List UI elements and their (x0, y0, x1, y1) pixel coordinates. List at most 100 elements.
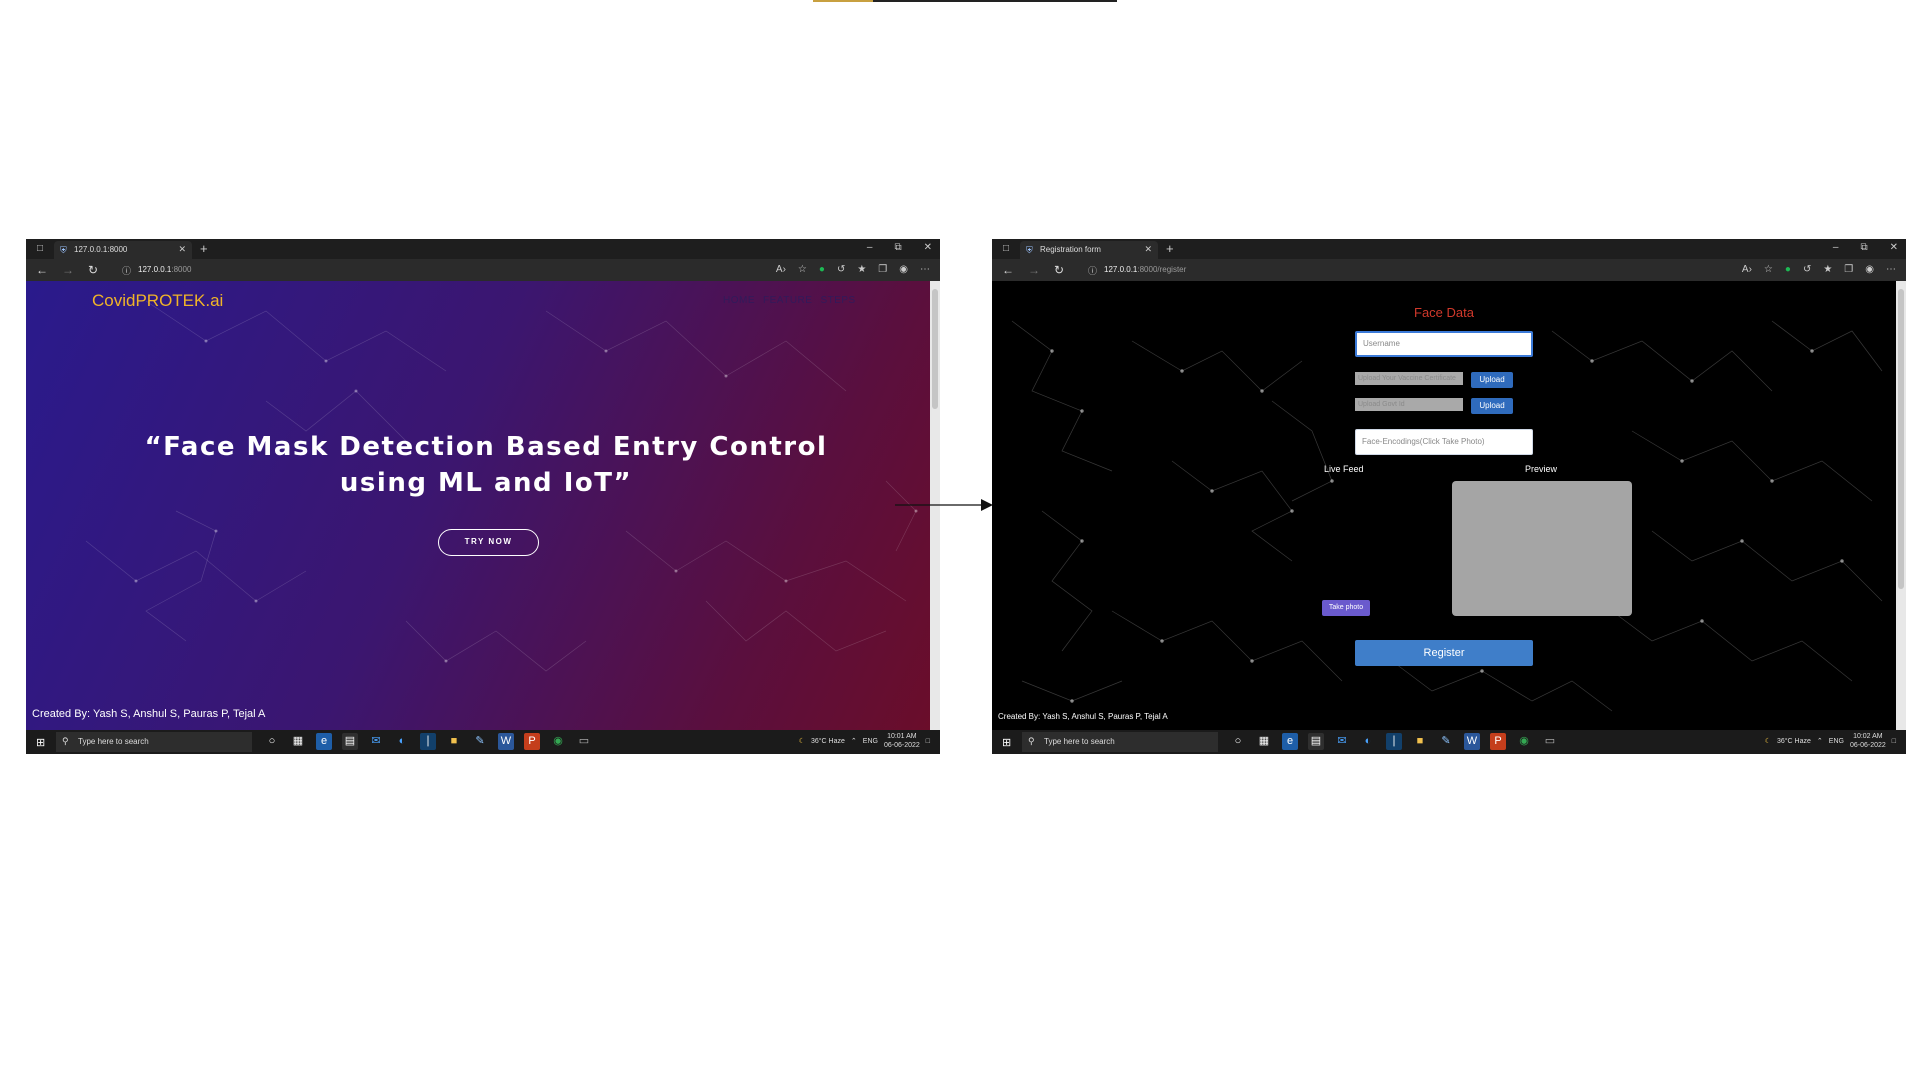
site-info-icon[interactable]: ⓘ (1088, 264, 1097, 277)
read-aloud-icon[interactable]: A› (776, 263, 786, 277)
notifications-icon[interactable]: □ (1892, 738, 1896, 745)
back-icon[interactable]: ← (1002, 263, 1014, 277)
taskbar-clock[interactable]: 10:02 AM 06-06-2022 (1850, 732, 1886, 750)
notifications-icon[interactable]: □ (926, 738, 930, 745)
face-encodings-input[interactable]: Face-Encodings(Click Take Photo) (1355, 429, 1533, 455)
favorites-add-icon[interactable]: ☆ (1764, 263, 1773, 277)
favicon-shield-icon: ⛨ (60, 245, 67, 255)
task-view-icon[interactable]: ▦ (1256, 733, 1272, 750)
profile-icon[interactable]: ◉ (899, 263, 908, 277)
cortana-icon[interactable]: ○ (264, 733, 280, 750)
notes-app-icon[interactable]: ✎ (472, 733, 488, 750)
language-indicator[interactable]: ENG (1829, 738, 1844, 745)
taskbar-search-box[interactable]: ⚲ Type here to search (1022, 732, 1218, 752)
word-app-icon[interactable]: W (498, 733, 514, 750)
taskbar-clock[interactable]: 10:01 AM 06-06-2022 (884, 732, 920, 750)
username-input[interactable]: Username (1355, 331, 1533, 357)
upload-vaccine-button[interactable]: Upload (1471, 372, 1513, 388)
govt-id-file-input[interactable]: Upload Govt Id (1355, 398, 1463, 411)
nav-home[interactable]: HOME (723, 295, 755, 306)
file-explorer-icon[interactable]: ■ (1412, 733, 1428, 750)
terminal-app-icon[interactable]: ▭ (1542, 733, 1558, 750)
extension-icon[interactable]: ● (1785, 263, 1791, 277)
brand-logo-text[interactable]: CovidPROTEK.ai (92, 291, 223, 311)
tray-chevron-icon[interactable]: ⌃ (1817, 737, 1823, 745)
close-tab-icon[interactable]: ✕ (1144, 244, 1152, 255)
chrome-app-icon[interactable]: ◉ (550, 733, 566, 750)
refresh-icon[interactable]: ↻ (1054, 263, 1064, 277)
mail-app-icon[interactable]: ✉ (368, 733, 384, 750)
profile-icon[interactable]: ◉ (1865, 263, 1874, 277)
more-icon[interactable]: ⋯ (920, 263, 930, 277)
restore-icon[interactable]: ⧉ (1860, 242, 1867, 253)
favorites-icon[interactable]: ★ (1823, 263, 1832, 277)
favorites-add-icon[interactable]: ☆ (798, 263, 807, 277)
notes-app-icon[interactable]: ✎ (1438, 733, 1454, 750)
new-tab-icon[interactable]: + (200, 241, 208, 257)
site-info-icon[interactable]: ⓘ (122, 264, 131, 277)
vscode-app-icon[interactable]: ∣ (1386, 733, 1402, 750)
more-icon[interactable]: ⋯ (1886, 263, 1896, 277)
back-icon[interactable]: ← (36, 263, 48, 277)
close-tab-icon[interactable]: ✕ (178, 244, 186, 255)
register-button[interactable]: Register (1355, 640, 1533, 666)
calendar-app-icon[interactable]: ▤ (342, 733, 358, 750)
forward-icon[interactable]: → (62, 263, 74, 277)
weather-icon[interactable]: ☾ (1765, 737, 1771, 745)
file-explorer-icon[interactable]: ■ (446, 733, 462, 750)
browser-app-icon[interactable]: ◐ (1360, 733, 1376, 750)
edge-app-icon[interactable]: e (316, 733, 332, 750)
nav-feature[interactable]: FEATURE (763, 295, 812, 306)
try-now-button[interactable]: TRY NOW (438, 529, 539, 556)
weather-text[interactable]: 36°C Haze (811, 738, 845, 745)
sync-icon[interactable]: ↺ (837, 263, 845, 277)
nav-steps[interactable]: STEPS (820, 295, 855, 306)
word-app-icon[interactable]: W (1464, 733, 1480, 750)
read-aloud-icon[interactable]: A› (1742, 263, 1752, 277)
close-window-icon[interactable]: ✕ (1890, 242, 1898, 253)
powerpoint-app-icon[interactable]: P (524, 733, 540, 750)
weather-icon[interactable]: ☾ (799, 737, 805, 745)
sync-icon[interactable]: ↺ (1803, 263, 1811, 277)
vscode-app-icon[interactable]: ∣ (420, 733, 436, 750)
browser-tab[interactable]: ⛨ Registration form ✕ (1020, 241, 1158, 259)
collections-icon[interactable]: ❐ (1844, 263, 1853, 277)
vaccine-certificate-file-input[interactable]: Upload Your Vaccine Certificate (1355, 372, 1463, 385)
search-icon: ⚲ (62, 736, 69, 746)
powerpoint-app-icon[interactable]: P (1490, 733, 1506, 750)
task-view-icon[interactable]: ▦ (290, 733, 306, 750)
browser-tab-actions-icon[interactable]: □ (1000, 243, 1012, 255)
chrome-app-icon[interactable]: ◉ (1516, 733, 1532, 750)
weather-text[interactable]: 36°C Haze (1777, 738, 1811, 745)
page-scrollbar[interactable] (1896, 281, 1906, 730)
collections-icon[interactable]: ❐ (878, 263, 887, 277)
close-window-icon[interactable]: ✕ (924, 242, 932, 253)
address-bar: ← → ↻ ⓘ 127.0.0.1:8000 A› ☆ ● ↺ ★ ❐ ◉ ⋯ (26, 259, 940, 281)
calendar-app-icon[interactable]: ▤ (1308, 733, 1324, 750)
url-field[interactable]: ⓘ 127.0.0.1:8000/register (1082, 262, 1702, 278)
terminal-app-icon[interactable]: ▭ (576, 733, 592, 750)
address-bar: ← → ↻ ⓘ 127.0.0.1:8000/register A› ☆ ● ↺… (992, 259, 1906, 281)
language-indicator[interactable]: ENG (863, 738, 878, 745)
take-photo-button[interactable]: Take photo (1322, 600, 1370, 616)
windows-start-icon[interactable]: ⊞ (1002, 736, 1011, 749)
windows-start-icon[interactable]: ⊞ (36, 736, 45, 749)
minimize-icon[interactable]: – (867, 242, 873, 253)
edge-app-icon[interactable]: e (1282, 733, 1298, 750)
browser-tab[interactable]: ⛨ 127.0.0.1:8000 ✕ (54, 241, 192, 259)
upload-govt-id-button[interactable]: Upload (1471, 398, 1513, 414)
browser-tab-actions-icon[interactable]: □ (34, 243, 46, 255)
forward-icon[interactable]: → (1028, 263, 1040, 277)
new-tab-icon[interactable]: + (1166, 241, 1174, 257)
mail-app-icon[interactable]: ✉ (1334, 733, 1350, 750)
extension-icon[interactable]: ● (819, 263, 825, 277)
url-field[interactable]: ⓘ 127.0.0.1:8000 (116, 262, 736, 278)
taskbar-search-box[interactable]: ⚲ Type here to search (56, 732, 252, 752)
refresh-icon[interactable]: ↻ (88, 263, 98, 277)
minimize-icon[interactable]: – (1833, 242, 1839, 253)
restore-icon[interactable]: ⧉ (894, 242, 901, 253)
favorites-icon[interactable]: ★ (857, 263, 866, 277)
tray-chevron-icon[interactable]: ⌃ (851, 737, 857, 745)
browser-app-icon[interactable]: ◐ (394, 733, 410, 750)
cortana-icon[interactable]: ○ (1230, 733, 1246, 750)
